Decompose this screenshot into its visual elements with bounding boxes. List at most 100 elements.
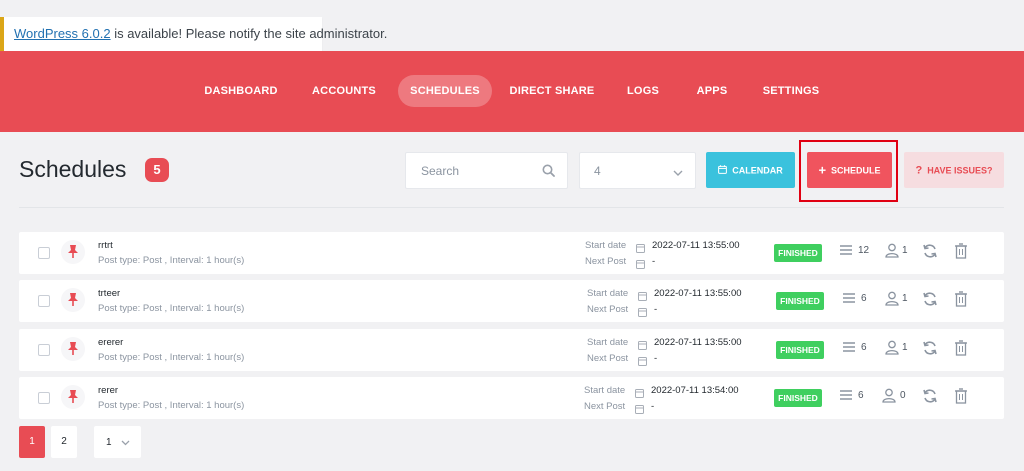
row-checkbox[interactable] [38, 392, 50, 404]
page-jump-select[interactable]: 1 [94, 426, 141, 458]
page-1-button[interactable]: 1 [19, 426, 45, 458]
nav-apps[interactable]: APPS [689, 75, 735, 107]
schedule-subtitle: Post type: Post , Interval: 1 hour(s) [98, 352, 245, 363]
user-icon [885, 340, 899, 360]
add-schedule-button-label: SCHEDULE [831, 165, 881, 176]
account-count: 0 [900, 390, 906, 401]
nav-logs[interactable]: LOGS [618, 75, 668, 107]
next-post-value: - [651, 401, 655, 412]
schedule-row[interactable]: rrtrt Post type: Post , Interval: 1 hour… [19, 232, 1004, 274]
user-icon [885, 243, 899, 263]
refresh-icon[interactable] [922, 243, 938, 264]
post-count: 6 [858, 390, 864, 401]
account-count: 1 [902, 245, 908, 256]
schedule-row[interactable]: rerer Post type: Post , Interval: 1 hour… [19, 377, 1004, 419]
next-post-value: - [652, 256, 656, 267]
main-nav: DASHBOARD ACCOUNTS SCHEDULES DIRECT SHAR… [0, 75, 1024, 107]
chevron-down-icon [673, 166, 683, 180]
start-date-label: Start date [587, 337, 629, 348]
schedule-subtitle: Post type: Post , Interval: 1 hour(s) [98, 303, 245, 314]
pin-icon [61, 240, 85, 264]
nav-accounts[interactable]: ACCOUNTS [304, 75, 384, 107]
account-count: 1 [902, 293, 908, 304]
next-post-label: Next Post [584, 401, 626, 412]
post-count: 6 [861, 342, 867, 353]
schedule-title: ererer [98, 337, 124, 348]
page-jump-value: 1 [106, 437, 112, 448]
start-date-value: 2022-07-11 13:55:00 [652, 240, 740, 251]
refresh-icon[interactable] [922, 340, 938, 361]
calendar-icon [718, 164, 728, 176]
wordpress-update-link[interactable]: WordPress 6.0.2 [14, 26, 111, 41]
schedule-count-badge: 5 [145, 158, 169, 182]
per-page-value: 4 [594, 164, 601, 178]
status-badge: FINISHED [776, 341, 824, 359]
refresh-icon[interactable] [922, 291, 938, 312]
plus-icon: + [818, 162, 827, 178]
calendar-button-label: CALENDAR [732, 165, 783, 176]
next-post-value: - [654, 353, 658, 364]
update-notice: WordPress 6.0.2 is available! Please not… [0, 17, 387, 51]
start-date-label: Start date [584, 385, 626, 396]
page-2-button[interactable]: 2 [51, 426, 77, 458]
status-badge: FINISHED [776, 292, 824, 310]
search-box [405, 152, 568, 189]
nav-dashboard[interactable]: DASHBOARD [198, 75, 284, 107]
calendar-icon [638, 353, 647, 371]
pin-icon [61, 385, 85, 409]
have-issues-button-label: HAVE ISSUES? [927, 165, 993, 176]
have-issues-button[interactable]: ? HAVE ISSUES? [904, 152, 1004, 188]
start-date-value: 2022-07-11 13:54:00 [651, 385, 739, 396]
refresh-icon[interactable] [922, 388, 938, 409]
user-icon [885, 291, 899, 311]
trash-icon[interactable] [954, 291, 968, 312]
nav-direct-share[interactable]: DIRECT SHARE [508, 75, 596, 107]
per-page-select[interactable]: 4 [579, 152, 696, 189]
account-count: 1 [902, 342, 908, 353]
search-input[interactable] [406, 153, 526, 188]
search-icon[interactable] [542, 164, 555, 182]
question-icon: ? [915, 164, 923, 177]
calendar-button[interactable]: CALENDAR [706, 152, 795, 188]
trash-icon[interactable] [954, 340, 968, 361]
user-icon [882, 388, 896, 408]
schedule-row[interactable]: ererer Post type: Post , Interval: 1 hou… [19, 329, 1004, 371]
schedule-title: trteer [98, 288, 121, 299]
list-icon [842, 291, 856, 310]
row-checkbox[interactable] [38, 295, 50, 307]
nav-schedules[interactable]: SCHEDULES [398, 75, 492, 107]
start-date-label: Start date [587, 288, 629, 299]
page-title: Schedules [19, 156, 127, 182]
trash-icon[interactable] [954, 243, 968, 264]
calendar-icon [636, 256, 645, 274]
row-checkbox[interactable] [38, 247, 50, 259]
next-post-label: Next Post [585, 256, 627, 267]
schedule-subtitle: Post type: Post , Interval: 1 hour(s) [98, 255, 245, 266]
calendar-icon [638, 304, 647, 322]
list-icon [839, 388, 853, 407]
trash-icon[interactable] [954, 388, 968, 409]
pin-icon [61, 288, 85, 312]
row-checkbox[interactable] [38, 344, 50, 356]
next-post-label: Next Post [587, 353, 629, 364]
schedule-subtitle: Post type: Post , Interval: 1 hour(s) [98, 400, 245, 411]
pin-icon [61, 337, 85, 361]
divider [19, 207, 1004, 208]
nav-settings[interactable]: SETTINGS [756, 75, 826, 107]
list-icon [842, 340, 856, 359]
start-date-label: Start date [585, 240, 627, 251]
start-date-value: 2022-07-11 13:55:00 [654, 337, 742, 348]
list-icon [839, 243, 853, 262]
schedule-title: rerer [98, 385, 119, 396]
next-post-label: Next Post [587, 304, 629, 315]
status-badge: FINISHED [774, 389, 822, 407]
start-date-value: 2022-07-11 13:55:00 [654, 288, 742, 299]
schedule-title: rrtrt [98, 240, 113, 251]
schedule-row[interactable]: trteer Post type: Post , Interval: 1 hou… [19, 280, 1004, 322]
calendar-icon [635, 401, 644, 419]
top-navigation-bar: DASHBOARD ACCOUNTS SCHEDULES DIRECT SHAR… [0, 51, 1024, 132]
post-count: 6 [861, 293, 867, 304]
update-notice-text: is available! Please notify the site adm… [110, 26, 388, 41]
chevron-down-icon [121, 438, 130, 449]
add-schedule-button[interactable]: + SCHEDULE [807, 152, 892, 188]
